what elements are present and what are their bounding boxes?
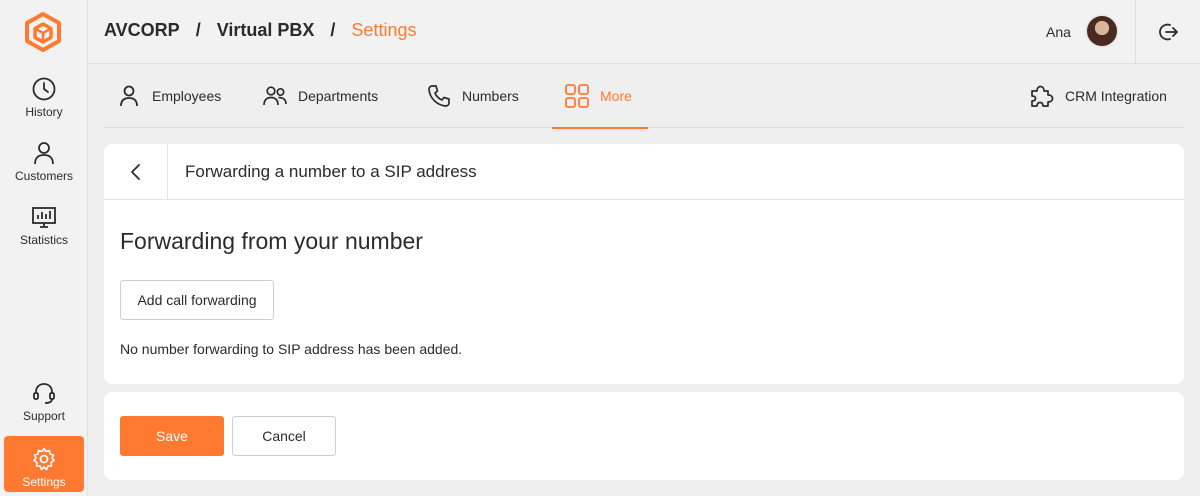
tab-employees[interactable]: Employees <box>116 64 221 128</box>
cancel-button[interactable]: Cancel <box>232 416 336 456</box>
tab-label: Employees <box>152 88 222 104</box>
actions-panel: Save Cancel <box>104 392 1184 480</box>
tab-departments[interactable]: Departments <box>262 64 378 128</box>
sidebar-item-statistics[interactable]: Statistics <box>4 194 84 250</box>
panel-header: Forwarding a number to a SIP address <box>104 144 1184 200</box>
sidebar-item-settings[interactable]: Settings <box>4 436 84 492</box>
breadcrumb-separator: / <box>195 20 201 40</box>
top-header: AVCORP / Virtual PBX / Settings Ana <box>88 0 1200 64</box>
back-button[interactable] <box>104 144 168 200</box>
breadcrumb-separator: / <box>330 20 336 40</box>
breadcrumb: AVCORP / Virtual PBX / Settings <box>104 20 416 41</box>
phone-icon <box>428 85 450 107</box>
avatar[interactable] <box>1085 14 1119 48</box>
sidebar-item-label: Customers <box>14 169 73 183</box>
crm-integration-label: CRM Integration <box>1065 88 1167 104</box>
sidebar-item-customers[interactable]: Customers <box>4 130 84 186</box>
headset-icon <box>33 383 55 404</box>
tab-numbers[interactable]: Numbers <box>426 64 519 128</box>
empty-state-text: No number forwarding to SIP address has … <box>120 341 463 357</box>
person-icon <box>120 85 138 107</box>
logout-icon[interactable] <box>1156 20 1180 44</box>
person-icon <box>34 142 54 165</box>
sidebar-item-label: History <box>25 105 63 119</box>
chevron-left-icon <box>130 164 140 180</box>
sidebar: History Customers Statistics Support Set… <box>0 0 88 496</box>
tab-bar: Employees Departments Numbers More CRM I… <box>104 64 1184 129</box>
clock-icon <box>32 77 56 101</box>
breadcrumb-item-virtual-pbx[interactable]: Virtual PBX <box>217 20 315 41</box>
sidebar-item-label: Statistics <box>19 233 68 247</box>
sidebar-item-label: Settings <box>22 475 66 489</box>
add-call-forwarding-button[interactable]: Add call forwarding <box>120 280 274 320</box>
breadcrumb-item-company[interactable]: AVCORP <box>104 20 180 41</box>
tab-label: More <box>600 88 632 104</box>
header-divider <box>1135 0 1136 63</box>
crm-integration-link[interactable]: CRM Integration <box>1029 64 1167 128</box>
sidebar-item-history[interactable]: History <box>4 66 84 122</box>
user-name[interactable]: Ana <box>1046 24 1071 40</box>
breadcrumb-item-settings: Settings <box>351 20 417 40</box>
tab-label: Departments <box>298 88 379 104</box>
tab-label: Numbers <box>462 88 519 104</box>
logo-icon[interactable] <box>22 11 64 53</box>
save-button[interactable]: Save <box>120 416 224 456</box>
tab-more[interactable]: More <box>552 64 648 129</box>
group-icon <box>263 86 287 106</box>
grid-icon <box>565 84 589 108</box>
sidebar-item-support[interactable]: Support <box>4 370 84 426</box>
section-title: Forwarding from your number <box>120 228 423 254</box>
panel-title: Forwarding a number to a SIP address <box>185 162 477 181</box>
sidebar-item-label: Support <box>22 409 66 423</box>
chart-monitor-icon <box>32 207 56 228</box>
puzzle-icon <box>1031 85 1054 107</box>
forwarding-panel: Forwarding a number to a SIP address For… <box>104 144 1184 384</box>
gear-icon <box>33 447 55 471</box>
